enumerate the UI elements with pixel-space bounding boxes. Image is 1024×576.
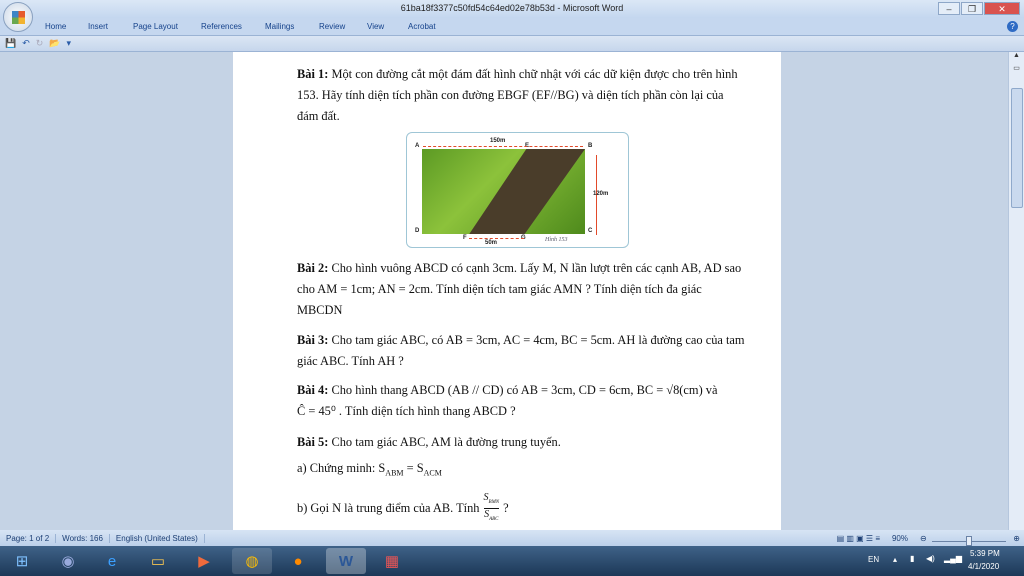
zoom-level[interactable]: 90%	[886, 534, 914, 543]
volume-icon[interactable]: ◀)	[926, 554, 935, 563]
network-icon[interactable]: ▂▄▆	[944, 554, 962, 563]
subscript: BMN	[488, 500, 500, 505]
exercise-5: Bài 5: Cho tam giác ABC, AM là đường tru…	[297, 432, 747, 453]
exercise-text: Cho tam giác ABC, AM là đường trung tuyế…	[331, 435, 561, 449]
ribbon-tabs: Home Insert Page Layout References Maili…	[0, 18, 1024, 36]
office-logo-icon	[11, 10, 25, 24]
subscript: ABC	[489, 517, 499, 522]
tab-review[interactable]: Review	[319, 22, 345, 31]
figure-153[interactable]: A B C D E F G 150m 120m 50m Hình 153	[406, 132, 629, 248]
figure-caption: Hình 153	[545, 237, 568, 243]
subscript: ACM	[423, 468, 442, 478]
help-icon[interactable]: ?	[1007, 21, 1018, 32]
road-shape	[469, 149, 585, 234]
file-explorer-icon[interactable]: ▭	[138, 548, 178, 574]
exercise-label: Bài 5:	[297, 435, 329, 449]
redo-icon[interactable]: ↻	[36, 38, 44, 49]
clock-date[interactable]: 4/1/2020	[968, 562, 999, 571]
exercise-5b: b) Gọi N là trung điểm của AB. Tính SBMN…	[297, 492, 747, 525]
view-buttons[interactable]: ▤ ▥ ▣ ☰ ≡	[831, 534, 886, 543]
exercise-text-cont: Ĉ = 45⁰ . Tính diện tích hình thang ABCD…	[297, 404, 516, 418]
input-language[interactable]: EN	[868, 555, 879, 564]
exercise-1: Bài 1: Một con đường cắt một đám đất hìn…	[297, 64, 747, 127]
scroll-up-icon[interactable]: ▲	[1009, 52, 1024, 64]
equals: = S	[403, 461, 424, 475]
media-player-icon[interactable]: ▶	[184, 548, 224, 574]
zoom-slider[interactable]: ⊖ ⊕	[914, 534, 1024, 546]
save-icon[interactable]: 💾	[5, 38, 16, 49]
word-icon[interactable]: W	[326, 548, 366, 574]
label-50m: 50m	[485, 240, 498, 246]
exercise-label: Bài 3:	[297, 333, 329, 347]
scroll-thumb[interactable]	[1011, 88, 1023, 208]
office-button[interactable]	[3, 2, 33, 32]
window-title: 61ba18f3377c50fd54c64ed02e78b53d - Micro…	[400, 3, 624, 13]
document-page[interactable]: Bài 1: Một con đường cắt một đám đất hìn…	[233, 52, 781, 530]
internet-explorer-icon[interactable]: e	[92, 548, 132, 574]
power-icon[interactable]: ▮	[910, 554, 914, 563]
label-d: D	[415, 228, 420, 234]
label-a: A	[415, 143, 420, 149]
exercise-text: Cho tam giác ABC, có AB = 3cm, AC = 4cm,…	[297, 333, 745, 368]
exercise-5a: a) Chứng minh: SABM = SACM	[297, 458, 747, 483]
ruler-toggle-icon[interactable]: ▭	[1009, 64, 1024, 76]
exercise-text: Cho hình thang ABCD (AB // CD) có AB = 3…	[331, 383, 718, 397]
chromium-icon[interactable]: ◉	[48, 548, 88, 574]
page-count[interactable]: Page: 1 of 2	[0, 533, 57, 543]
tab-mailings[interactable]: Mailings	[265, 22, 294, 31]
status-bar: Page: 1 of 2 Words: 166 English (United …	[0, 530, 1024, 546]
exercise-label: Bài 1:	[297, 67, 329, 81]
fraction: SBMN SABC	[483, 492, 500, 525]
label-b: B	[588, 143, 593, 149]
firefox-icon[interactable]: ●	[278, 548, 318, 574]
quick-access-toolbar: 💾 ↶ ↻ 📂 ▾	[0, 36, 1024, 52]
question-mark: ?	[503, 501, 509, 515]
exercise-text: Một con đường cắt một đám đất hình chữ n…	[297, 67, 738, 123]
tab-page-layout[interactable]: Page Layout	[133, 22, 178, 31]
label-f: F	[463, 235, 467, 241]
label-c: C	[588, 228, 593, 234]
tab-home[interactable]: Home	[45, 22, 66, 31]
customize-toolbar-icon[interactable]: ▾	[67, 38, 72, 49]
part-b-text: b) Gọi N là trung điểm của AB. Tính	[297, 501, 480, 515]
label-120m: 120m	[593, 191, 609, 197]
start-button[interactable]: ⊞	[2, 548, 42, 574]
open-folder-icon[interactable]: 📂	[49, 38, 60, 49]
word-count[interactable]: Words: 166	[56, 533, 110, 543]
tab-references[interactable]: References	[201, 22, 242, 31]
app-icon[interactable]: ▦	[372, 548, 412, 574]
exercise-4: Bài 4: Cho hình thang ABCD (AB // CD) có…	[297, 380, 747, 422]
tab-insert[interactable]: Insert	[88, 22, 108, 31]
restore-button[interactable]: ❐	[961, 2, 983, 15]
undo-icon[interactable]: ↶	[22, 38, 30, 49]
grass-field-image	[422, 149, 585, 234]
part-a-text: a) Chứng minh: S	[297, 461, 386, 475]
exercise-label: Bài 4:	[297, 383, 329, 397]
tab-acrobat[interactable]: Acrobat	[408, 22, 436, 31]
exercise-text: Cho hình vuông ABCD có cạnh 3cm. Lấy M, …	[297, 261, 742, 317]
clock-time[interactable]: 5:39 PM	[970, 549, 1000, 558]
chrome-icon[interactable]: ◍	[232, 548, 272, 574]
label-150m: 150m	[490, 138, 506, 144]
subscript: ABM	[385, 468, 404, 478]
minimize-button[interactable]: –	[938, 2, 960, 15]
tab-view[interactable]: View	[367, 22, 384, 31]
title-bar: 61ba18f3377c50fd54c64ed02e78b53d - Micro…	[0, 0, 1024, 18]
tray-arrow-icon[interactable]: ▴	[893, 555, 897, 564]
close-button[interactable]: ✕	[984, 2, 1020, 15]
vertical-scrollbar[interactable]: ▲ ▭	[1008, 52, 1024, 530]
exercise-label: Bài 2:	[297, 261, 329, 275]
exercise-3: Bài 3: Cho tam giác ABC, có AB = 3cm, AC…	[297, 330, 747, 372]
taskbar: ⊞ ◉ e ▭ ▶ ◍ ● W ▦ EN ▴ ▮ ◀) ▂▄▆ 5:39 PM …	[0, 546, 1024, 576]
exercise-2: Bài 2: Cho hình vuông ABCD có cạnh 3cm. …	[297, 258, 747, 321]
language[interactable]: English (United States)	[110, 533, 205, 543]
